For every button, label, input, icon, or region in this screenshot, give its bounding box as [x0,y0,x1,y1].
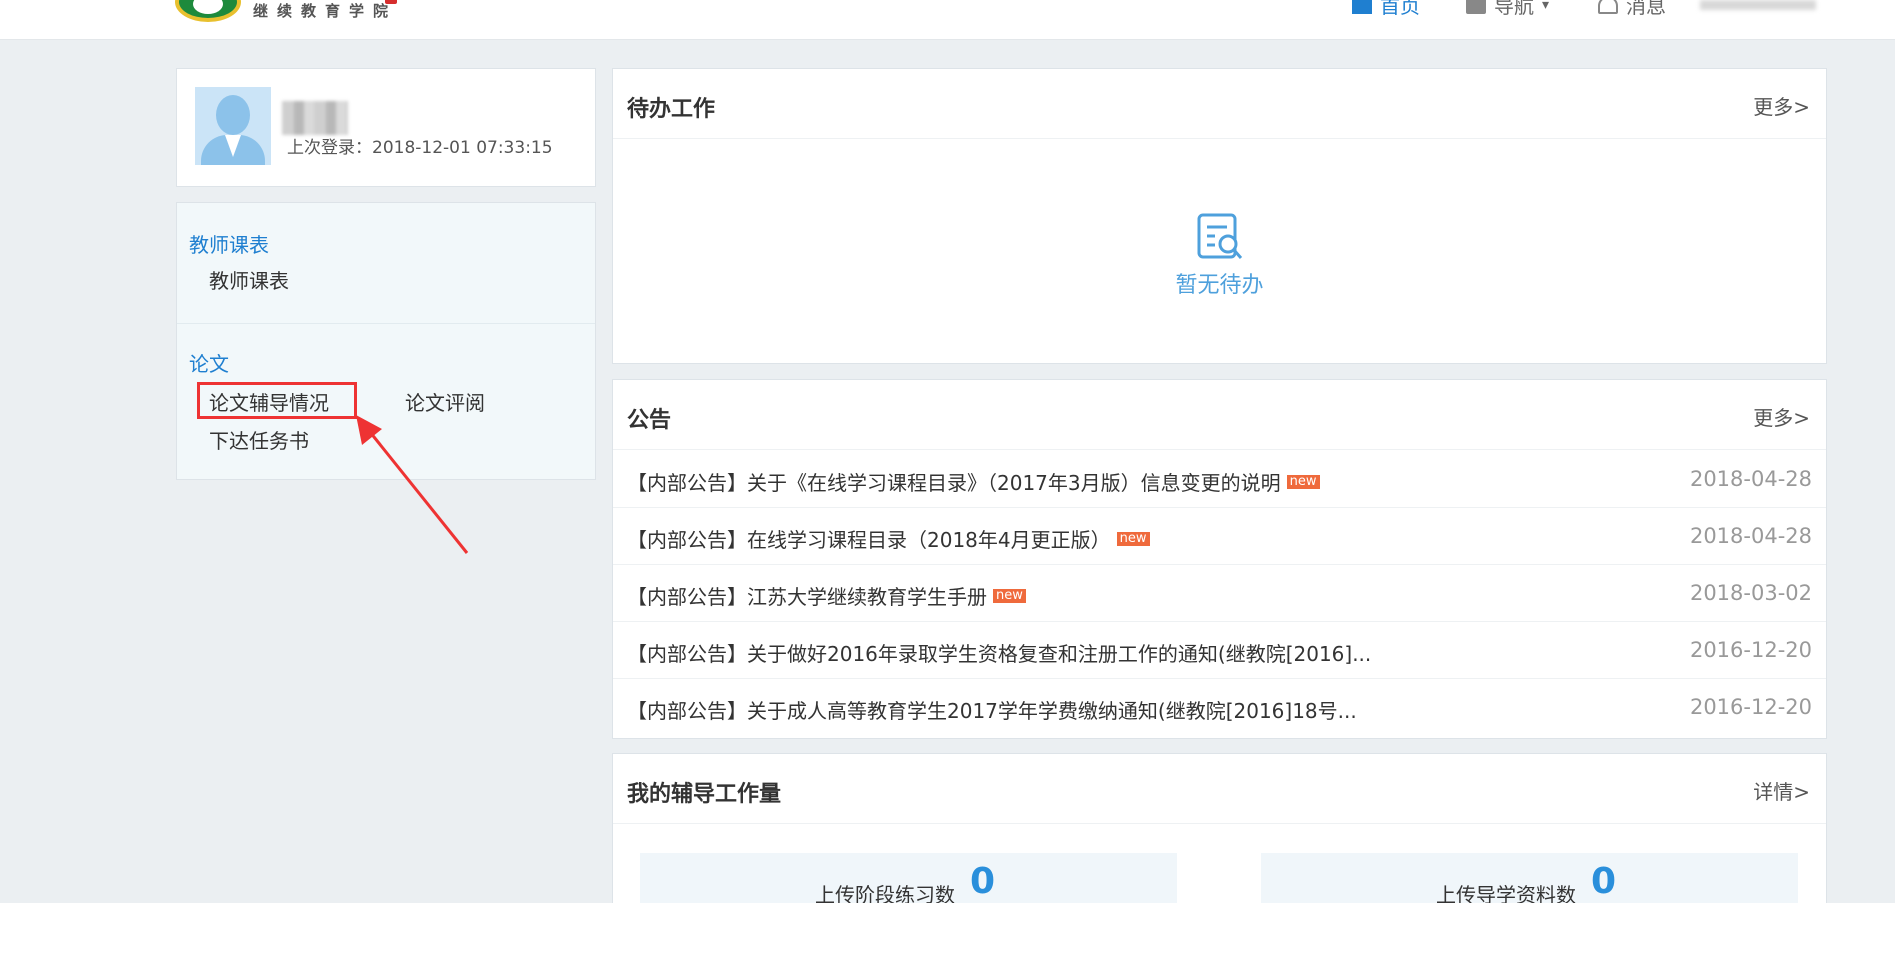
nav-home-label: 首页 [1380,0,1420,18]
notice-row[interactable]: 【内部公告】关于成人高等教育学生2017学年学费缴纳通知(继教院[2016]18… [613,679,1826,736]
nav-messages[interactable]: 消息 [1598,0,1666,19]
notice-title[interactable]: 【内部公告】江苏大学继续教育学生手册 new [627,581,1026,610]
section-title: 公告 [627,408,672,433]
notice-title[interactable]: 【内部公告】关于《在线学习课程目录》（2017年3月版）信息变更的说明 new [627,467,1320,496]
top-header: 继续教育学院 首页 导航 ▾ 消息 [0,0,1895,40]
todo-header: 待办工作 更多> [613,69,1826,139]
avatar[interactable] [195,87,271,165]
nav-home[interactable]: 首页 [1352,0,1420,19]
workload-header: 我的辅导工作量 详情> [613,754,1826,824]
new-badge: new [1116,531,1150,546]
more-link[interactable]: 更多> [1753,91,1810,120]
app-viewport: 继续教育学院 首页 导航 ▾ 消息 上次登录：2018-12-01 07:33:… [0,0,1895,903]
stat-practice-uploads: 上传阶段练习数 0 [640,853,1177,903]
notice-title-text[interactable]: 【内部公告】关于《在线学习课程目录》（2017年3月版）信息变更的说明 [627,467,1281,496]
notice-date: 2016-12-20 [1689,638,1812,662]
empty-list-icon [1197,213,1243,259]
profile-card: 上次登录：2018-12-01 07:33:15 [176,68,596,187]
notice-title-text[interactable]: 【内部公告】关于成人高等教育学生2017学年学费缴纳通知(继教院[2016]18… [627,695,1357,724]
stat-label: 上传阶段练习数 [815,883,955,903]
notice-row[interactable]: 【内部公告】江苏大学继续教育学生手册 new 2018-03-02 [613,565,1826,622]
home-icon [1352,0,1372,14]
menu-section-schedule: 教师课表 教师课表 [177,203,595,324]
notice-date: 2018-04-28 [1689,524,1812,548]
notice-row[interactable]: 【内部公告】关于《在线学习课程目录》（2017年3月版）信息变更的说明 new … [613,451,1826,508]
menu-section-title[interactable]: 教师课表 [189,229,269,258]
details-link[interactable]: 详情> [1753,776,1810,805]
last-login-text: 上次登录：2018-12-01 07:33:15 [287,138,553,158]
workload-card: 我的辅导工作量 详情> 上传阶段练习数 0 上传导学资料数 0 [612,753,1827,903]
empty-state-text: 暂无待办 [1175,273,1264,298]
notice-header: 公告 更多> [613,380,1826,450]
notice-row[interactable]: 【内部公告】关于做好2016年录取学生资格复查和注册工作的通知(继教院[2016… [613,622,1826,679]
user-name-blurred [282,101,348,135]
nav-guide-label: 导航 [1494,0,1534,18]
menu-item-teacher-schedule[interactable]: 教师课表 [209,265,289,294]
notice-title[interactable]: 【内部公告】关于成人高等教育学生2017学年学费缴纳通知(继教院[2016]18… [627,695,1357,724]
notice-title[interactable]: 【内部公告】关于做好2016年录取学生资格复查和注册工作的通知(继教院[2016… [627,638,1371,667]
annotation-arrow [356,415,469,554]
grid-icon [1466,0,1486,14]
notice-date: 2016-12-20 [1689,695,1812,719]
notice-date: 2018-03-02 [1689,581,1812,605]
notice-row[interactable]: 【内部公告】在线学习课程目录（2018年4月更正版） new 2018-04-2… [613,508,1826,565]
section-title: 我的辅导工作量 [627,782,782,807]
user-menu-blurred[interactable] [1700,0,1816,10]
notice-title[interactable]: 【内部公告】在线学习课程目录（2018年4月更正版） new [627,524,1150,553]
nav-messages-label: 消息 [1626,0,1666,18]
stat-value[interactable]: 0 [1591,861,1616,902]
chevron-down-icon: ▾ [1542,0,1550,13]
more-link[interactable]: 更多> [1753,402,1810,431]
menu-item-issue-task[interactable]: 下达任务书 [209,425,309,454]
todo-card: 待办工作 更多> 暂无待办 [612,68,1827,364]
logo-accent [385,0,397,4]
bell-icon [1598,0,1618,14]
new-badge: new [1286,474,1320,489]
notice-title-text[interactable]: 【内部公告】江苏大学继续教育学生手册 [627,581,987,610]
notice-date: 2018-04-28 [1689,467,1812,491]
section-title: 待办工作 [627,97,716,122]
notice-title-text[interactable]: 【内部公告】在线学习课程目录（2018年4月更正版） [627,524,1111,553]
new-badge: new [993,588,1026,603]
stat-label: 上传导学资料数 [1436,883,1576,903]
menu-item-thesis-guidance[interactable]: 论文辅导情况 [209,387,329,416]
menu-section-title[interactable]: 论文 [189,348,229,377]
school-logo[interactable] [175,0,241,22]
stat-material-uploads: 上传导学资料数 0 [1261,853,1798,903]
stat-value[interactable]: 0 [970,861,995,902]
logo-text: 继续教育学院 [253,2,398,20]
notice-title-text[interactable]: 【内部公告】关于做好2016年录取学生资格复查和注册工作的通知(继教院[2016… [627,638,1371,667]
notice-card: 公告 更多> 【内部公告】关于《在线学习课程目录》（2017年3月版）信息变更的… [612,379,1827,739]
nav-guide[interactable]: 导航 ▾ [1466,0,1549,19]
menu-item-thesis-review[interactable]: 论文评阅 [405,387,485,416]
